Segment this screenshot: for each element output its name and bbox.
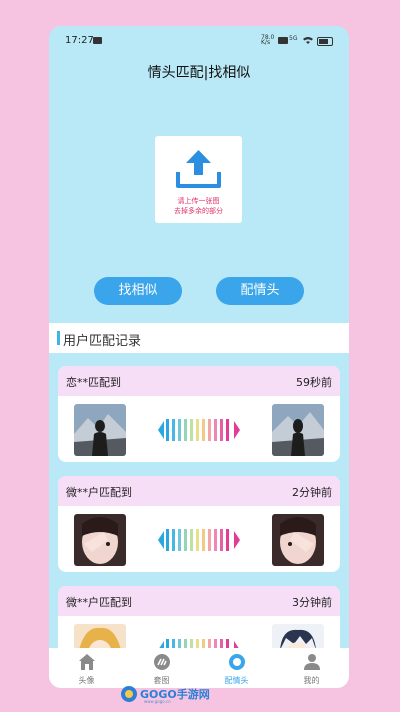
tab-label: 我的: [303, 676, 320, 685]
hd-icon: [278, 37, 288, 44]
watermark-url: www.gogo.cn: [144, 699, 171, 704]
find-similar-button[interactable]: 找相似: [94, 277, 182, 305]
card-header: 恋**匹配到 59秒前: [58, 366, 340, 396]
status-bar: 17:27 78.0 K/s 5G: [49, 26, 349, 56]
upload-image-button[interactable]: 请上传一张图 去掉多余的部分: [155, 136, 242, 223]
spectrum-bar: [202, 529, 205, 551]
upload-hint-line2: 去掉多余的部分: [174, 207, 223, 215]
match-time: 59秒前: [296, 376, 332, 389]
match-user: 微**户匹配到: [66, 486, 132, 499]
spectrum-bar: [178, 529, 181, 551]
phone-screen: 17:27 78.0 K/s 5G 情头匹配|找相似 请上传一张图 去掉多余的部…: [49, 26, 349, 688]
upload-hint-line1: 请上传一张图: [177, 197, 220, 205]
match-time: 3分钟前: [292, 596, 332, 609]
spectrum-bar: [220, 419, 223, 441]
profile-icon: [304, 654, 320, 670]
match-record-card[interactable]: 恋**匹配到 59秒前: [58, 366, 340, 462]
avatar-left[interactable]: [74, 514, 126, 566]
site-watermark: GOGO手游网 www.gogo.cn: [120, 684, 280, 704]
spectrum-right-arrow: [234, 531, 240, 549]
match-spectrum-icon: [158, 529, 240, 551]
gallery-icon: [154, 654, 170, 670]
avatar-left[interactable]: [74, 404, 126, 456]
records-header: 用户匹配记录: [49, 323, 349, 353]
spectrum-bar: [202, 419, 205, 441]
spectrum-bar: [208, 529, 211, 551]
upload-icon: [176, 150, 221, 188]
section-accent-bar: [57, 331, 60, 345]
tab-label: 头像: [78, 676, 95, 685]
records-title: 用户匹配记录: [63, 334, 142, 349]
bottom-tab-bar: 头像 套图 配情头 我的: [49, 648, 349, 688]
spectrum-right-arrow: [234, 421, 240, 439]
battery-icon: [317, 37, 333, 46]
spectrum-left-arrow: [158, 421, 164, 439]
match-spectrum-icon: [158, 419, 240, 441]
spectrum-left-arrow: [158, 531, 164, 549]
spectrum-bar: [196, 419, 199, 441]
status-time: 17:27: [65, 35, 94, 46]
tab-gallery[interactable]: 套图: [124, 648, 199, 688]
spectrum-bar: [214, 419, 217, 441]
spectrum-bar: [184, 419, 187, 441]
network-type: 5G: [289, 35, 298, 42]
network-speed: 78.0 K/s: [261, 34, 275, 46]
match-time: 2分钟前: [292, 486, 332, 499]
watermark-logo-icon: [121, 686, 137, 702]
spectrum-bar: [172, 529, 175, 551]
match-avatar-button[interactable]: 配情头: [216, 277, 304, 305]
match-icon: [229, 654, 245, 670]
spectrum-bar: [184, 529, 187, 551]
avatar-right[interactable]: [272, 514, 324, 566]
tab-match[interactable]: 配情头: [199, 648, 274, 688]
spectrum-bar: [172, 419, 175, 441]
tab-avatar[interactable]: 头像: [49, 648, 124, 688]
card-header: 微**户匹配到 2分钟前: [58, 476, 340, 506]
spectrum-bar: [226, 419, 229, 441]
spectrum-bar: [208, 419, 211, 441]
card-header: 微**户匹配到 3分钟前: [58, 586, 340, 616]
match-user: 恋**匹配到: [66, 376, 121, 389]
spectrum-bar: [166, 529, 169, 551]
spectrum-bar: [178, 419, 181, 441]
match-record-card[interactable]: 微**户匹配到 2分钟前: [58, 476, 340, 572]
avatar-right[interactable]: [272, 404, 324, 456]
spectrum-bar: [166, 419, 169, 441]
page-title: 情头匹配|找相似: [147, 65, 251, 81]
spectrum-bar: [190, 529, 193, 551]
home-icon: [79, 654, 95, 670]
spectrum-bar: [226, 529, 229, 551]
wifi-icon: [303, 37, 313, 44]
spectrum-bar: [220, 529, 223, 551]
spectrum-bar: [190, 419, 193, 441]
spectrum-bar: [214, 529, 217, 551]
spectrum-bar: [196, 529, 199, 551]
match-user: 微**户匹配到: [66, 596, 132, 609]
message-icon: [93, 37, 102, 44]
tab-profile[interactable]: 我的: [274, 648, 349, 688]
